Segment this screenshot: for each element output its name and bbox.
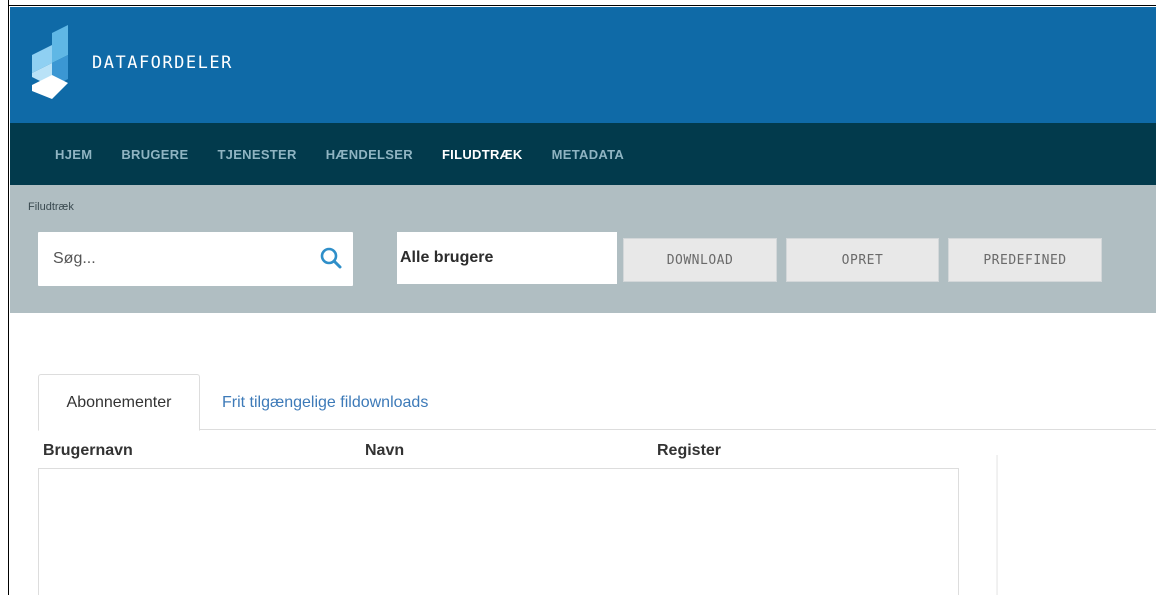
column-header-navn[interactable]: Navn — [365, 442, 404, 460]
main-nav: HJEM BRUGERE TJENESTER HÆNDELSER FILUDTR… — [10, 123, 1156, 185]
download-button[interactable]: DOWNLOAD — [623, 238, 777, 282]
tab-bar: Abonnementer Frit tilgængelige fildownlo… — [38, 374, 1156, 431]
user-filter-select[interactable]: Alle brugere — [397, 232, 617, 284]
screen-frame-top — [0, 0, 1156, 6]
opret-button[interactable]: OPRET — [786, 238, 939, 282]
nav-item-tjenester[interactable]: TJENESTER — [217, 147, 296, 162]
app: DATAFORDELER HJEM BRUGERE TJENESTER HÆND… — [10, 7, 1156, 595]
search-input[interactable] — [38, 232, 308, 286]
predefined-button[interactable]: PREDEFINED — [948, 238, 1102, 282]
search-box — [38, 232, 353, 286]
subscriptions-table — [38, 468, 959, 595]
nav-item-hjem[interactable]: HJEM — [55, 147, 92, 162]
nav-item-metadata[interactable]: METADATA — [552, 147, 624, 162]
toolbar: Filudtræk Alle brugere DOWNLOAD OPRET PR… — [10, 185, 1156, 313]
breadcrumb: Filudtræk — [28, 201, 74, 213]
brand-name: DATAFORDELER — [92, 53, 233, 73]
side-panel — [997, 455, 1156, 595]
column-header-brugernavn[interactable]: Brugernavn — [43, 442, 133, 460]
datafordeler-logo-icon[interactable] — [30, 25, 80, 99]
nav-item-filudtraek[interactable]: FILUDTRÆK — [442, 147, 523, 162]
tab-abonnementer[interactable]: Abonnementer — [38, 374, 200, 431]
screen-frame-left — [0, 0, 9, 595]
header: DATAFORDELER — [10, 7, 1156, 123]
nav-item-haendelser[interactable]: HÆNDELSER — [326, 147, 413, 162]
search-icon[interactable] — [319, 246, 343, 270]
tab-frit-tilgaengelige[interactable]: Frit tilgængelige fildownloads — [222, 374, 428, 431]
column-header-register[interactable]: Register — [657, 442, 721, 460]
nav-item-brugere[interactable]: BRUGERE — [121, 147, 188, 162]
